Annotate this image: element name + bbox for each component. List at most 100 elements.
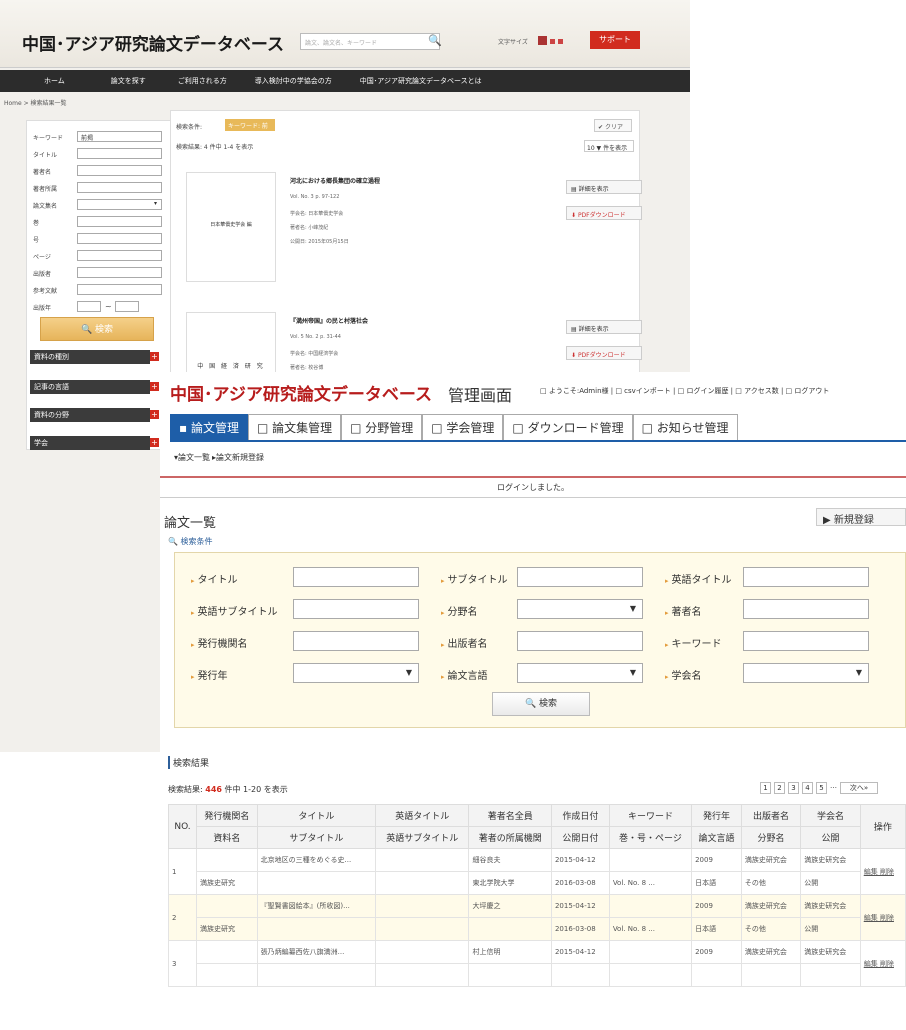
table-cell [608,940,693,964]
admin-site-title[interactable]: 中国･アジア研究論文データベース [170,380,432,405]
year-from-input[interactable] [77,301,101,312]
page-4[interactable]: 4 [802,782,813,794]
plus-icon[interactable]: + [150,410,159,419]
search-icon[interactable]: 🔍 [428,34,442,47]
nav-about[interactable]: 中国･アジア研究論文データベースとは [360,70,482,92]
volume-input[interactable] [77,216,162,227]
condition-tag[interactable]: キーワード: 前揭 ✕ [225,119,275,139]
detail-button[interactable]: ▤ 詳細を表示 [566,320,642,334]
admin-header-links[interactable]: □ ようこそ:Admin様 | □ csvインポート | □ ログイン履歴 | … [540,386,829,396]
table-cell: 日本語 [691,917,742,941]
plus-icon[interactable]: + [150,382,159,391]
range-tilde: ~ [105,302,112,311]
publisher-input[interactable] [517,631,643,651]
font-size-medium-button[interactable] [550,39,555,44]
plus-icon[interactable]: + [150,438,159,447]
font-size-small-button[interactable] [558,39,563,44]
support-button[interactable]: サポート [590,31,640,49]
en-subtitle-input[interactable] [293,599,419,619]
result-count: 検索結果: 4 件中 1-4 を表示 [176,144,254,151]
table-cell [740,963,802,987]
col-header: キーワード [608,804,693,827]
page-3[interactable]: 3 [788,782,799,794]
row-actions[interactable]: 編集 削除 [859,940,906,987]
subnav-paper-list[interactable]: ▾論文一覧 [174,452,210,463]
tab-fields[interactable]: □ 分野管理 [341,414,423,440]
table-row[interactable]: 2 『聖賢書図絵本』(所收図)... 大坪慶之 2015-04-12 2009 … [168,894,906,941]
tab-collections[interactable]: □ 論文集管理 [247,414,342,440]
page-5[interactable]: 5 [816,782,827,794]
pdf-download-button[interactable]: ⬇ PDFダウンロード [566,206,642,220]
new-register-button[interactable]: ▶ 新規登録 [816,508,906,526]
next-page[interactable]: 次へ» [840,782,878,794]
tab-notices[interactable]: □ お知らせ管理 [632,414,738,440]
clear-button[interactable]: ✔ クリア [594,119,632,132]
table-cell [256,871,377,895]
title-input[interactable] [77,148,162,159]
pagination: 1 2 3 4 5 … 次へ» [760,782,878,794]
reference-input[interactable] [77,284,162,295]
table-row[interactable]: 1 北京地区の三種をめぐる史... 細谷良夫 2015-04-12 2009 満… [168,848,906,895]
paper-thumbnail[interactable]: 日本華僑史学会 編 [186,172,276,282]
affiliation-input[interactable] [77,182,162,193]
keyword-input[interactable] [743,631,869,651]
publisher-org-input[interactable] [293,631,419,651]
year-select[interactable]: ▼ [293,663,419,683]
admin-search-button[interactable]: 🔍 検索 [492,692,590,716]
author-input[interactable] [77,165,162,176]
category-society[interactable]: 学会 [30,436,150,450]
paper-volume: Vol. 5 No. 2 p. 31-44 [290,334,341,340]
pdf-label: PDFダウンロード [577,212,626,219]
breadcrumb[interactable]: Home > 検索結果一覧 [4,98,67,107]
publisher-input[interactable] [77,267,162,278]
font-size-large-button[interactable] [538,36,547,45]
page-2[interactable]: 2 [774,782,785,794]
language-select[interactable]: ▼ [517,663,643,683]
row-actions[interactable]: 編集 削除 [859,848,906,895]
subnav-new-paper[interactable]: ▸論文新規登録 [212,452,264,463]
table-cell [196,940,258,964]
page-1[interactable]: 1 [760,782,771,794]
keyword-input[interactable]: 前揭 [77,131,162,142]
clear-icon: ✔ [598,124,605,131]
nav-users[interactable]: ご利用される方 [178,70,227,92]
table-cell [375,917,470,941]
public-site-title[interactable]: 中国･アジア研究論文データベース [22,30,284,55]
per-page-select[interactable]: 10 ▼ 件を表示 [584,140,634,152]
public-search-input[interactable]: 論文、論文名、キーワード [300,33,440,50]
detail-label: 詳細を表示 [578,186,609,193]
search-condition-header[interactable]: 🔍 検索条件 [168,536,213,547]
detail-button[interactable]: ▤ 詳細を表示 [566,180,642,194]
category-language[interactable]: 記事の言語 [30,380,150,394]
tab-societies[interactable]: □ 学会管理 [422,414,504,440]
nav-societies[interactable]: 導入検討中の学協会の方 [255,70,332,92]
page-input[interactable] [77,250,162,261]
collection-select[interactable]: ▾ [77,199,162,210]
category-field[interactable]: 資料の分野 [30,408,150,422]
subtitle-input[interactable] [517,567,643,587]
tab-downloads[interactable]: □ ダウンロード管理 [503,414,633,440]
public-search-button[interactable]: 🔍 検索 [40,317,154,341]
table-row[interactable]: 満族史研究 2016-03-08 Vol. No. 8 ... 日本語 その他 … [169,917,906,941]
category-type[interactable]: 資料の種別 [30,350,150,364]
pdf-download-button[interactable]: ⬇ PDFダウンロード [566,346,642,360]
table-row[interactable]: 3 張乃炳編纂西佐八旗満洲... 村上信明 2015-04-12 2009 満族… [168,940,906,987]
title-input[interactable] [293,567,419,587]
field-name-select[interactable]: ▼ [517,599,643,619]
nav-find-papers[interactable]: 論文を探す [111,70,146,92]
year-to-input[interactable] [115,301,139,312]
issue-input[interactable] [77,233,162,244]
en-title-input[interactable] [743,567,869,587]
table-row[interactable]: 満族史研究 東北学院大学 2016-03-08 Vol. No. 8 ... 日… [169,871,906,895]
plus-icon[interactable]: + [150,352,159,361]
tab-papers[interactable]: ▪ 論文管理 [170,414,248,440]
filter-label: 著者所属 [33,186,58,193]
paper-title[interactable]: 河北における郷長集団の確立過程 [290,176,380,185]
author-input[interactable] [743,599,869,619]
nav-home[interactable]: ホーム [44,70,65,92]
society-select[interactable]: ▼ [743,663,869,683]
row-actions[interactable]: 編集 削除 [859,894,906,941]
table-cell [375,940,470,964]
paper-title[interactable]: 『満州帝国』の民と村落社会 [290,316,368,325]
table-row[interactable] [169,963,906,987]
